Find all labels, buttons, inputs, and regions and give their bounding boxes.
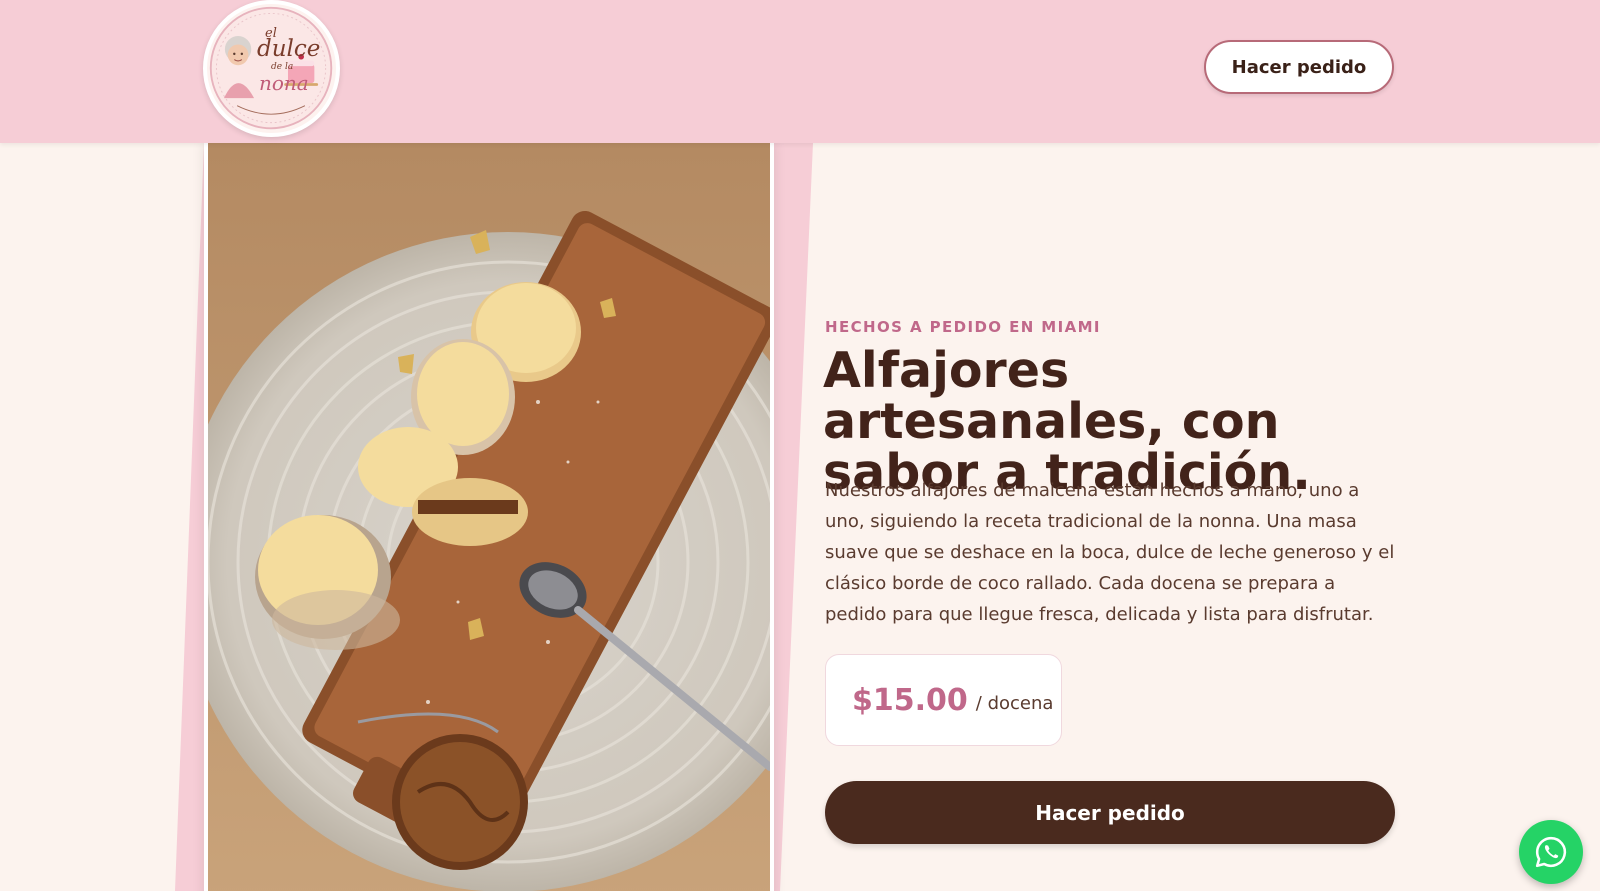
whatsapp-icon [1535, 836, 1567, 868]
brand-logo[interactable]: el dulce de la nona [203, 0, 340, 137]
hero-eyebrow: HECHOS A PEDIDO EN MIAMI [825, 318, 1101, 336]
logo-text-nona: nona [259, 71, 309, 95]
price-value: $15.00 [852, 682, 968, 718]
hero-order-button[interactable]: Hacer pedido [825, 781, 1395, 844]
price-card: $15.00 / docena [825, 654, 1062, 746]
header-order-button[interactable]: Hacer pedido [1204, 40, 1394, 94]
alfajores-photo [208, 142, 770, 891]
logo-text-dulce: dulce [257, 36, 321, 62]
price-unit: / docena [975, 692, 1054, 714]
site-header: el dulce de la nona Hacer pedido [0, 0, 1600, 143]
product-photo-frame [204, 138, 774, 891]
whatsapp-button[interactable] [1519, 820, 1583, 884]
hero-description: Nuestros alfajores de maicena están hech… [825, 480, 1395, 625]
